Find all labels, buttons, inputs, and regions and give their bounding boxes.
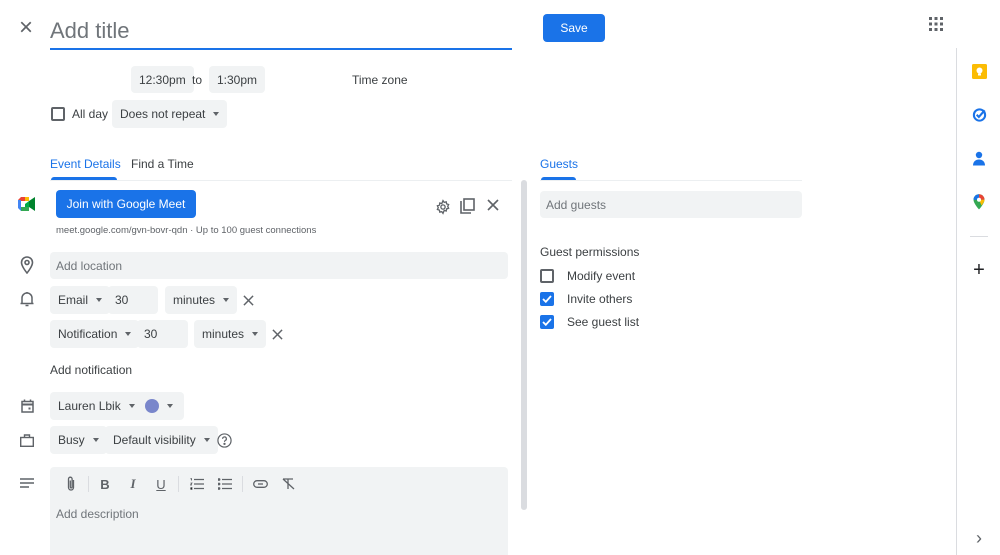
- chevron-down-icon: [96, 298, 103, 302]
- add-guests-input[interactable]: [540, 191, 802, 218]
- toolbar-separator: [178, 476, 179, 492]
- underline-icon[interactable]: U: [152, 475, 170, 493]
- event-color-swatch: [145, 399, 159, 413]
- chevron-down-icon: [128, 404, 135, 408]
- link-icon[interactable]: [251, 475, 269, 493]
- toolbar-separator: [88, 476, 89, 492]
- all-day-label: All day: [72, 107, 109, 121]
- bold-icon[interactable]: B: [96, 475, 114, 493]
- italic-icon[interactable]: I: [124, 475, 142, 493]
- see-guest-list-checkbox[interactable]: [540, 315, 554, 329]
- visibility-value: Default visibility: [113, 433, 196, 447]
- guests-tabs-divider: [540, 180, 802, 181]
- calendar-owner-dropdown[interactable]: Lauren Lbik: [50, 392, 143, 420]
- chevron-down-icon: [223, 298, 230, 302]
- join-google-meet-button[interactable]: Join with Google Meet: [56, 190, 196, 218]
- modify-event-label: Modify event: [567, 269, 636, 283]
- save-button[interactable]: Save: [543, 14, 605, 42]
- start-time: 12:30pm: [139, 72, 186, 87]
- time-separator: to: [192, 73, 203, 87]
- chevron-down-icon: [203, 438, 210, 442]
- add-addon-button[interactable]: +: [967, 258, 991, 282]
- notification-unit-dropdown[interactable]: minutes: [165, 286, 238, 314]
- apps-grid-icon[interactable]: [926, 14, 946, 34]
- notification-amount-input[interactable]: [108, 286, 158, 314]
- toolbar-separator: [242, 476, 243, 492]
- side-panel-divider: [970, 236, 988, 237]
- tabs-divider: [50, 180, 512, 181]
- remove-formatting-icon[interactable]: [279, 475, 297, 493]
- meet-info: meet.google.com/gvn-bovr-qdn · Up to 100…: [56, 225, 317, 236]
- remove-notification-icon[interactable]: [239, 291, 257, 309]
- notification-method: Notification: [58, 327, 118, 341]
- checkmark-icon: [542, 318, 552, 326]
- tab-event-details[interactable]: Event Details: [50, 157, 121, 171]
- notification-unit: minutes: [173, 293, 216, 307]
- close-button[interactable]: ×: [19, 16, 33, 40]
- chevron-down-icon: [252, 332, 259, 336]
- all-day-checkbox[interactable]: [51, 107, 65, 121]
- contacts-icon[interactable]: [967, 146, 991, 170]
- location-pin-icon: [18, 256, 36, 274]
- bell-icon: [18, 290, 36, 308]
- notification-unit: minutes: [202, 327, 245, 341]
- location-input[interactable]: [50, 252, 508, 279]
- invite-others-label: Invite others: [567, 292, 633, 306]
- expand-panel-button[interactable]: ›: [967, 526, 991, 550]
- add-notification-link[interactable]: Add notification: [50, 363, 132, 377]
- guest-permissions-title: Guest permissions: [540, 245, 640, 259]
- availability-status: Busy: [58, 433, 85, 447]
- notification-amount-input[interactable]: [137, 320, 188, 348]
- details-scrollbar-thumb[interactable]: [521, 180, 527, 510]
- visibility-dropdown[interactable]: Default visibility: [105, 426, 218, 454]
- remove-meet-icon[interactable]: [484, 196, 502, 214]
- availability-dropdown[interactable]: Busy: [50, 426, 107, 454]
- start-time-dropdown[interactable]: 12:30pm: [131, 66, 194, 93]
- maps-icon[interactable]: [967, 190, 991, 214]
- notification-method-dropdown[interactable]: Email: [50, 286, 111, 314]
- numbered-list-icon[interactable]: [188, 475, 206, 493]
- title-input[interactable]: [50, 14, 512, 50]
- keep-icon[interactable]: [967, 59, 991, 83]
- invite-others-checkbox[interactable]: [540, 292, 554, 306]
- notification-method: Email: [58, 293, 89, 307]
- description-editor[interactable]: B I U Add description: [50, 467, 508, 555]
- briefcase-icon: [18, 431, 36, 449]
- modify-event-checkbox[interactable]: [540, 269, 554, 283]
- attachment-icon[interactable]: [62, 475, 80, 493]
- chevron-down-icon: [167, 404, 173, 408]
- google-meet-icon: [17, 196, 37, 212]
- calendar-icon: [18, 397, 36, 415]
- tab-guests[interactable]: Guests: [540, 157, 578, 171]
- bulleted-list-icon[interactable]: [216, 475, 234, 493]
- checkmark-icon: [542, 295, 552, 303]
- description-lines-icon: [18, 476, 36, 490]
- chevron-down-icon: [92, 438, 99, 442]
- description-placeholder: Add description: [56, 507, 139, 521]
- end-time-dropdown[interactable]: 1:30pm: [209, 66, 266, 93]
- repeat-value: Does not repeat: [120, 107, 206, 121]
- tab-find-a-time[interactable]: Find a Time: [131, 157, 194, 171]
- calendar-owner: Lauren Lbik: [58, 399, 121, 413]
- event-color-dropdown[interactable]: [137, 392, 184, 420]
- remove-notification-icon[interactable]: [268, 325, 286, 343]
- see-guest-list-label: See guest list: [567, 315, 640, 329]
- join-google-meet-label: Join with Google Meet: [66, 197, 186, 211]
- notification-method-dropdown[interactable]: Notification: [50, 320, 140, 348]
- time-zone-link[interactable]: Time zone: [352, 73, 408, 87]
- notification-unit-dropdown[interactable]: minutes: [194, 320, 267, 348]
- copy-icon[interactable]: [458, 197, 476, 215]
- tasks-icon[interactable]: [967, 102, 991, 126]
- chevron-down-icon: [213, 112, 220, 116]
- help-icon[interactable]: [215, 431, 233, 449]
- chevron-down-icon: [125, 332, 132, 336]
- end-time: 1:30pm: [217, 72, 258, 87]
- repeat-dropdown[interactable]: Does not repeat: [112, 100, 228, 128]
- meet-settings-icon[interactable]: [434, 198, 452, 216]
- save-label: Save: [560, 21, 588, 35]
